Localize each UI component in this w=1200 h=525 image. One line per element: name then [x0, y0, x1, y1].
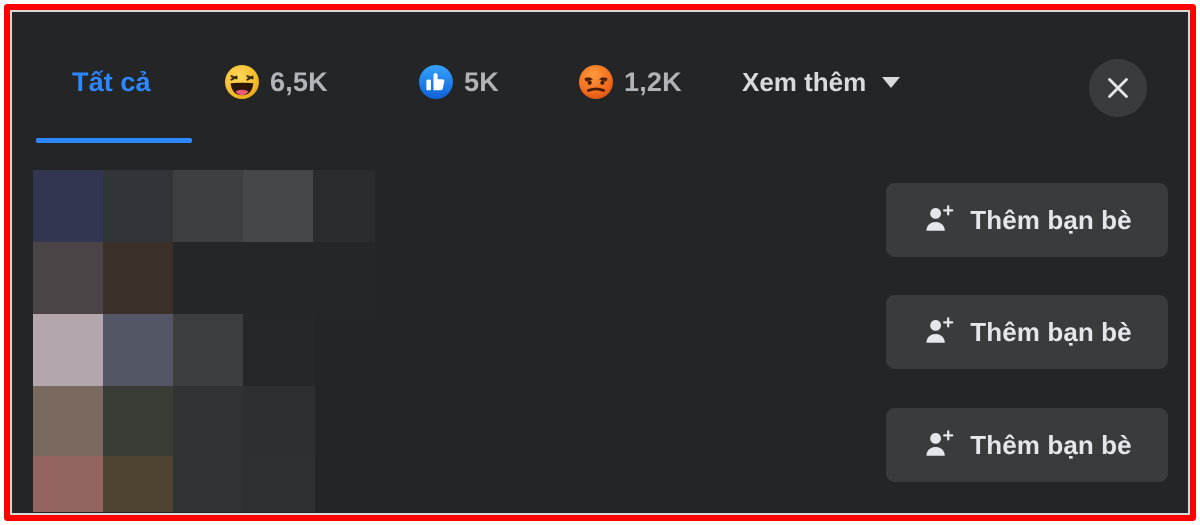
- screenshot-root: Tất cả 6,5K 5K 1,2K Xem thêm Thêm bạn bè…: [0, 0, 1200, 525]
- annotation-frame: [4, 4, 1196, 521]
